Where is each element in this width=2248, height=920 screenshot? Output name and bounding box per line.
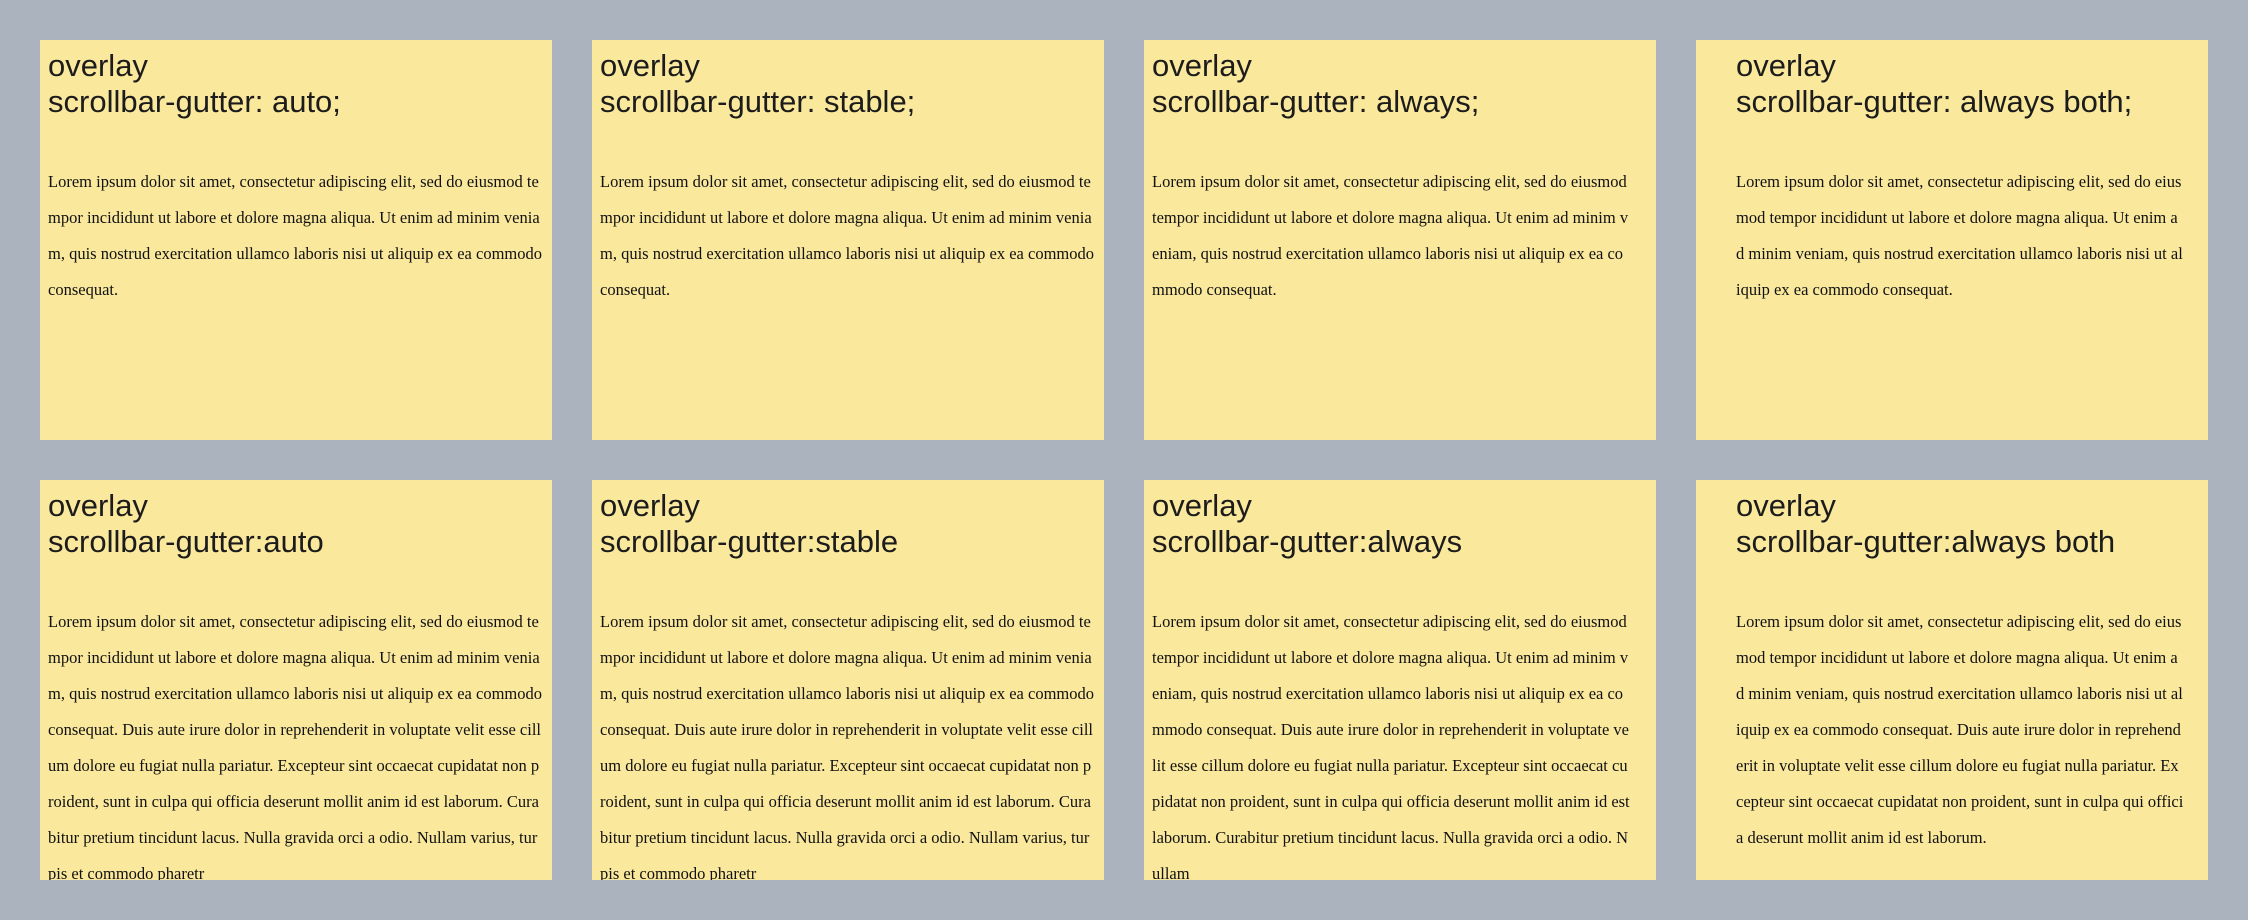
panel-body-text: Lorem ipsum dolor sit amet, consectetur … <box>1152 612 1630 880</box>
panel-overlay-always[interactable]: overlay scrollbar-gutter:always Lorem ip… <box>1144 480 1656 880</box>
title-line-gutter: scrollbar-gutter:auto <box>48 524 324 559</box>
panel-body-text: Lorem ipsum dolor sit amet, consectetur … <box>600 612 1094 880</box>
panel-title: overlay scrollbar-gutter: always; <box>1152 48 1630 120</box>
panel-title: overlay scrollbar-gutter: stable; <box>600 48 1096 120</box>
title-line-gutter: scrollbar-gutter: always; <box>1152 84 1480 119</box>
title-line-gutter: scrollbar-gutter: always both; <box>1736 84 2133 119</box>
panel-title: overlay scrollbar-gutter:stable <box>600 488 1096 560</box>
panel-overlay-stable[interactable]: overlay scrollbar-gutter:stable Lorem ip… <box>592 480 1104 880</box>
title-line-overflow: overlay <box>1736 488 1836 523</box>
title-line-gutter: scrollbar-gutter:always <box>1152 524 1463 559</box>
panel-overlay-auto-semicolon[interactable]: overlay scrollbar-gutter: auto; Lorem ip… <box>40 40 552 440</box>
title-line-gutter: scrollbar-gutter:stable <box>600 524 899 559</box>
title-line-overflow: overlay <box>48 48 148 83</box>
title-line-overflow: overlay <box>600 48 700 83</box>
panel-title: overlay scrollbar-gutter:auto <box>48 488 544 560</box>
title-line-overflow: overlay <box>1152 488 1252 523</box>
panel-overlay-always-semicolon[interactable]: overlay scrollbar-gutter: always; Lorem … <box>1144 40 1656 440</box>
panel-body-text: Lorem ipsum dolor sit amet, consectetur … <box>1736 612 2184 847</box>
title-line-gutter: scrollbar-gutter: auto; <box>48 84 341 119</box>
panel-body-text: Lorem ipsum dolor sit amet, consectetur … <box>1152 172 1629 299</box>
panel-title: overlay scrollbar-gutter:always <box>1152 488 1630 560</box>
panel-title: overlay scrollbar-gutter: auto; <box>48 48 544 120</box>
title-line-gutter: scrollbar-gutter: stable; <box>600 84 916 119</box>
panel-title: overlay scrollbar-gutter:always both <box>1736 488 2184 560</box>
title-line-overflow: overlay <box>600 488 700 523</box>
panel-overlay-auto[interactable]: overlay scrollbar-gutter:auto Lorem ipsu… <box>40 480 552 880</box>
title-line-overflow: overlay <box>1152 48 1252 83</box>
title-line-overflow: overlay <box>1736 48 1836 83</box>
panel-overlay-stable-semicolon[interactable]: overlay scrollbar-gutter: stable; Lorem … <box>592 40 1104 440</box>
panel-body-text: Lorem ipsum dolor sit amet, consectetur … <box>48 172 542 299</box>
panel-overlay-always-both-semicolon[interactable]: overlay scrollbar-gutter: always both; L… <box>1696 40 2208 440</box>
title-line-gutter: scrollbar-gutter:always both <box>1736 524 2116 559</box>
panel-title: overlay scrollbar-gutter: always both; <box>1736 48 2184 120</box>
panel-overlay-always-both[interactable]: overlay scrollbar-gutter:always both Lor… <box>1696 480 2208 880</box>
panel-body-text: Lorem ipsum dolor sit amet, consectetur … <box>1736 172 2183 299</box>
title-line-overflow: overlay <box>48 488 148 523</box>
panel-body-text: Lorem ipsum dolor sit amet, consectetur … <box>600 172 1094 299</box>
panel-body-text: Lorem ipsum dolor sit amet, consectetur … <box>48 612 542 880</box>
